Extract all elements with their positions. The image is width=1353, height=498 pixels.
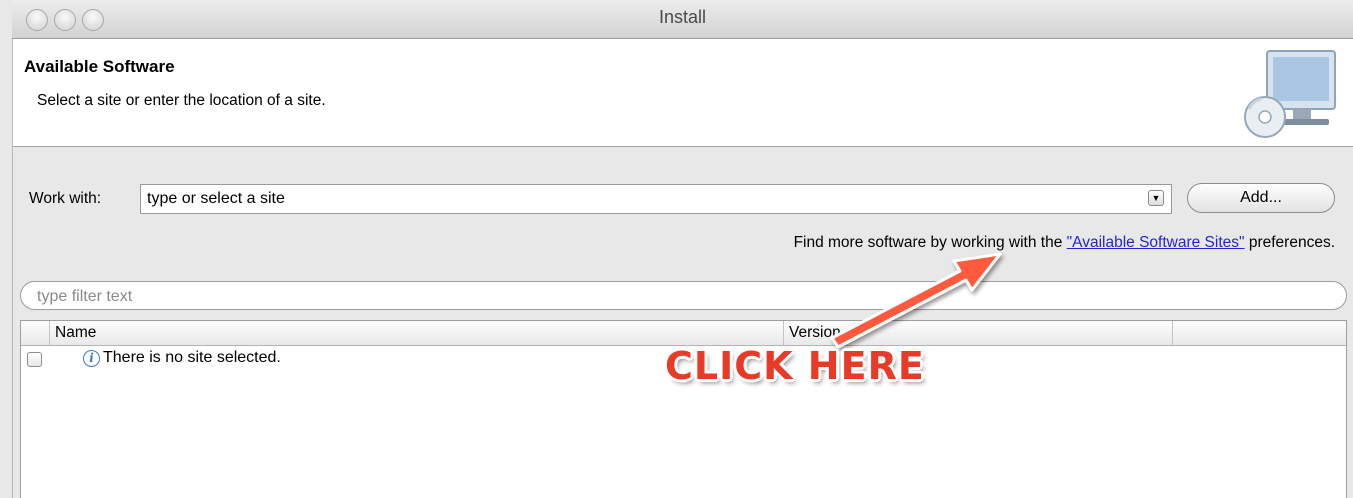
filter-input[interactable] — [35, 286, 1329, 308]
find-more-text: Find more software by working with the "… — [794, 234, 1335, 252]
work-with-value[interactable]: type or select a site — [147, 190, 285, 208]
filter-field[interactable] — [20, 281, 1347, 310]
dropdown-arrow-icon[interactable]: ▼ — [1148, 190, 1164, 206]
table-header: Name Version — [21, 321, 1346, 346]
column-header-name[interactable]: Name — [55, 321, 96, 345]
row-checkbox[interactable] — [27, 352, 42, 367]
click-here-annotation: CLICK HERE — [665, 344, 925, 388]
install-window: Install Available Software Select a site… — [0, 0, 1353, 498]
column-separator — [783, 321, 784, 345]
window-title: Install — [658, 7, 707, 27]
find-more-suffix: preferences. — [1244, 234, 1335, 251]
info-icon: i — [83, 350, 100, 367]
column-separator — [1172, 321, 1173, 345]
available-software-sites-link[interactable]: "Available Software Sites" — [1067, 234, 1245, 251]
title-bar[interactable]: Install — [12, 0, 1353, 39]
column-separator — [49, 321, 50, 345]
add-site-button[interactable]: Add... — [1187, 183, 1335, 213]
find-more-prefix: Find more software by working with the — [793, 234, 1067, 251]
computer-cd-icon — [1244, 50, 1336, 138]
page-title: Available Software — [24, 57, 175, 76]
window-left-edge — [0, 0, 13, 498]
work-with-combo[interactable]: type or select a site ▼ — [140, 184, 1172, 214]
page-description: Select a site or enter the location of a… — [37, 92, 326, 109]
wizard-header: Available Software Select a site or ente… — [13, 39, 1353, 147]
column-header-version[interactable]: Version — [789, 321, 841, 345]
row-message: There is no site selected. — [103, 349, 281, 366]
work-with-label: Work with: — [29, 190, 102, 207]
